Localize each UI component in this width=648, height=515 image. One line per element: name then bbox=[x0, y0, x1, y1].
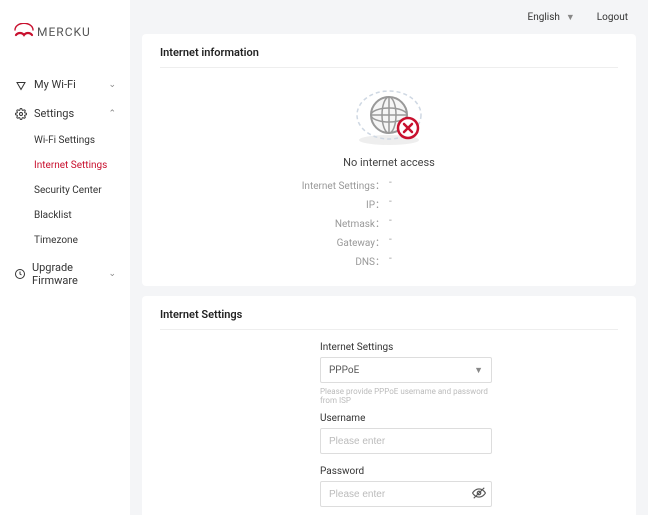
mode-select[interactable]: PPPoE ▼ bbox=[320, 357, 492, 383]
update-icon bbox=[14, 268, 26, 280]
internet-info-card: Internet information bbox=[142, 34, 636, 286]
internet-info-rows: Internet Settings： - IP： - Netmask： - Ga… bbox=[219, 177, 559, 268]
sidebar-item-security-center[interactable]: Security Center bbox=[0, 178, 130, 203]
info-label: DNS： bbox=[219, 253, 389, 268]
mode-select-value: PPPoE bbox=[329, 365, 359, 376]
chevron-down-icon: ⌄ bbox=[108, 80, 116, 90]
mode-label: Internet Settings bbox=[320, 342, 492, 353]
chevron-up-icon: ⌃ bbox=[108, 109, 116, 119]
topbar: English ▼ Logout bbox=[130, 0, 648, 34]
language-selector[interactable]: English ▼ bbox=[528, 12, 575, 23]
sidebar: MERCKU My Wi-Fi ⌄ Settings ⌃ Wi-Fi Setti… bbox=[0, 0, 130, 515]
password-input[interactable] bbox=[320, 481, 492, 507]
brand-mark-icon bbox=[14, 23, 34, 40]
sidebar-item-wifi-settings[interactable]: Wi-Fi Settings bbox=[0, 128, 130, 153]
language-label: English bbox=[528, 12, 560, 23]
info-value: - bbox=[389, 196, 559, 211]
username-label: Username bbox=[320, 413, 492, 424]
card-title: Internet Settings bbox=[160, 308, 618, 330]
info-value: - bbox=[389, 234, 559, 249]
main-area: English ▼ Logout Internet information bbox=[130, 0, 648, 515]
sidebar-item-timezone[interactable]: Timezone bbox=[0, 228, 130, 253]
info-value: - bbox=[389, 177, 559, 192]
brand-logo: MERCKU bbox=[0, 18, 130, 70]
info-label: Netmask： bbox=[219, 215, 389, 230]
sidebar-item-settings[interactable]: Settings ⌃ bbox=[0, 99, 130, 128]
mode-helper-text: Please provide PPPoE username and passwo… bbox=[320, 387, 492, 405]
info-value: - bbox=[389, 253, 559, 268]
info-value: - bbox=[389, 215, 559, 230]
sidebar-item-upgrade-firmware[interactable]: Upgrade Firmware ⌄ bbox=[0, 253, 130, 295]
sidebar-item-label: Upgrade Firmware bbox=[32, 261, 108, 287]
username-input[interactable] bbox=[320, 428, 492, 454]
info-label: Gateway： bbox=[219, 234, 389, 249]
no-internet-illustration bbox=[160, 80, 618, 150]
password-label: Password bbox=[320, 466, 492, 477]
sidebar-item-my-wifi[interactable]: My Wi-Fi ⌄ bbox=[0, 70, 130, 99]
toggle-password-visibility-icon[interactable] bbox=[472, 486, 486, 503]
internet-status-text: No internet access bbox=[160, 156, 618, 169]
caret-down-icon: ▼ bbox=[566, 12, 575, 23]
info-label: Internet Settings： bbox=[219, 177, 389, 192]
sidebar-item-internet-settings[interactable]: Internet Settings bbox=[0, 153, 130, 178]
gear-icon bbox=[14, 108, 28, 120]
logout-link[interactable]: Logout bbox=[597, 12, 628, 23]
sidebar-item-label: Settings bbox=[34, 107, 74, 120]
brand-name: MERCKU bbox=[37, 25, 91, 39]
internet-settings-card: Internet Settings Internet Settings PPPo… bbox=[142, 296, 636, 515]
sidebar-item-label: My Wi-Fi bbox=[34, 78, 76, 91]
wifi-icon bbox=[14, 79, 28, 91]
caret-down-icon: ▼ bbox=[474, 365, 483, 376]
info-label: IP： bbox=[219, 196, 389, 211]
chevron-down-icon: ⌄ bbox=[108, 269, 116, 279]
sidebar-item-blacklist[interactable]: Blacklist bbox=[0, 203, 130, 228]
card-title: Internet information bbox=[160, 46, 618, 68]
